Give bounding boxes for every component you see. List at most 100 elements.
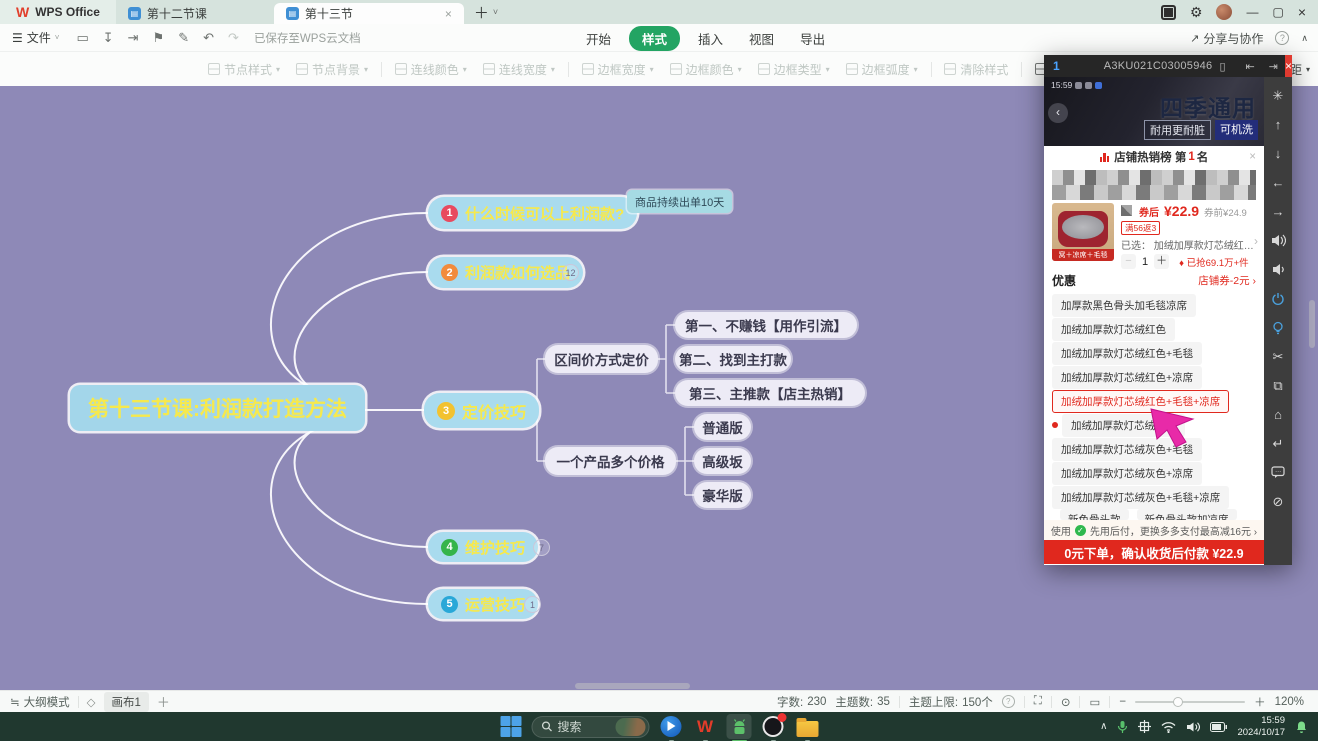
branch-5[interactable]: 5 运营技巧	[428, 589, 538, 619]
vertical-scrollbar[interactable]	[1309, 300, 1315, 348]
pricing-item-1[interactable]: 第一、不赚钱【用作引流】	[675, 312, 857, 338]
menu-view[interactable]: 视图	[741, 27, 782, 50]
sku-option[interactable]: 加绒加厚款灯芯绒灰色+凉席	[1052, 461, 1256, 485]
file-menu[interactable]: ☰ 文件 ˅	[0, 29, 69, 46]
battery-icon[interactable]	[1210, 722, 1227, 732]
buy-button[interactable]: 0元下单，确认收货后付款 ¥22.9	[1044, 540, 1264, 564]
close-button[interactable]: ×	[1298, 4, 1306, 20]
store-coupon-link[interactable]: 店铺券-2元 ›	[1198, 273, 1256, 288]
new-window-icon[interactable]: ▭	[69, 30, 95, 46]
edit-pen-icon[interactable]: ✎	[171, 30, 196, 46]
message-icon[interactable]: ⋯	[1264, 458, 1292, 487]
branch-3-group-1[interactable]: 区间价方式定价	[545, 345, 658, 373]
start-button[interactable]	[499, 715, 523, 739]
collapsed-count-badge[interactable]: 1	[524, 596, 541, 613]
menu-start[interactable]: 开始	[578, 27, 619, 50]
sku-option[interactable]: 加绒加厚款灯芯绒红色+凉席	[1052, 365, 1256, 389]
tool-border-color[interactable]: 边框颜色▾	[662, 61, 750, 78]
screen-off-icon[interactable]: ⊘	[1264, 487, 1292, 516]
power-icon[interactable]	[1264, 284, 1292, 313]
qty-plus-button[interactable]: ＋	[1154, 254, 1169, 269]
arrow-down-icon[interactable]: ↓	[1264, 139, 1292, 168]
tool-border-type[interactable]: 边框类型▾	[750, 61, 838, 78]
menu-style-active[interactable]: 样式	[629, 26, 680, 51]
speaker-icon[interactable]	[1186, 721, 1200, 733]
taskbar-app-explorer[interactable]	[795, 714, 820, 739]
multi-window-icon[interactable]: ⧉	[1264, 371, 1292, 400]
screenshot-scissors-icon[interactable]: ✂	[1264, 342, 1292, 371]
outline-mode-button[interactable]: 大纲模式	[24, 694, 70, 710]
sku-option[interactable]: 加绒加厚款灯芯绒灰色+毛毯+凉席	[1052, 485, 1256, 509]
more-arrow-icon[interactable]: ›	[1254, 234, 1258, 248]
zoom-slider-knob[interactable]	[1173, 697, 1183, 707]
tool-node-background[interactable]: 节点背景▾	[288, 61, 376, 78]
sku-option[interactable]: 加绒加厚款灯芯绒红色+毛毯	[1052, 341, 1256, 365]
tool-clear-style[interactable]: 清除样式	[936, 61, 1016, 78]
undo-icon[interactable]: ↶	[196, 30, 221, 46]
taskbar-search[interactable]: 搜索	[532, 716, 650, 738]
arrow-right-icon[interactable]: →	[1264, 197, 1292, 226]
branch-2[interactable]: 2 利润款如何选品	[428, 257, 583, 288]
arrow-up-icon[interactable]: ↑	[1264, 110, 1292, 139]
product-image[interactable]: 窝＋凉席＋毛毯	[1052, 203, 1114, 261]
zoom-out-button[interactable]: −	[1119, 696, 1126, 708]
minimize-button[interactable]: —	[1246, 5, 1258, 19]
maximize-button[interactable]: ▢	[1272, 5, 1283, 19]
info-icon[interactable]: ?	[1002, 695, 1015, 708]
tool-line-width[interactable]: 连线宽度▾	[475, 61, 563, 78]
tab-close-icon[interactable]: ×	[425, 7, 452, 21]
version-deluxe[interactable]: 豪华版	[694, 482, 751, 508]
volume-up-icon[interactable]	[1264, 226, 1292, 255]
taskbar-app-media[interactable]	[659, 714, 684, 739]
qty-minus-button[interactable]: −	[1121, 254, 1136, 269]
tool-line-color[interactable]: 连线颜色▾	[387, 61, 475, 78]
branch-3[interactable]: 3 定价技巧	[424, 393, 539, 428]
format-painter-icon[interactable]: ⚑	[146, 30, 172, 46]
help-icon[interactable]: ?	[1275, 31, 1289, 45]
branch-4[interactable]: 4 维护技巧	[428, 532, 538, 562]
horizontal-scrollbar[interactable]	[575, 683, 690, 689]
pay-later-hint[interactable]: 使用 ✓ 先用后付，更换多多支付最高减16元 ›	[1044, 520, 1264, 540]
tab-list-chevron-icon[interactable]: ˅	[493, 7, 498, 17]
tray-expand-icon[interactable]: ∧	[1100, 721, 1107, 732]
export-icon[interactable]: ⇥	[121, 30, 146, 46]
minimap-icon[interactable]: ▭	[1089, 695, 1100, 709]
locate-center-icon[interactable]: ⊙	[1061, 695, 1071, 709]
new-tab-button[interactable]: ＋	[474, 2, 489, 23]
collapsed-count-badge[interactable]: 7	[533, 539, 550, 556]
wps-home-tab[interactable]: W WPS Office	[0, 0, 116, 24]
arrow-left-icon[interactable]: ←	[1264, 168, 1292, 197]
add-canvas-button[interactable]: ＋	[157, 692, 170, 711]
branch-1-child[interactable]: 商品持续出单10天	[627, 190, 732, 213]
settings-gear-icon[interactable]: ⚙	[1190, 4, 1203, 21]
sku-option[interactable]: 加厚款黑色骨头加毛毯凉席	[1052, 293, 1256, 317]
canvas-tab[interactable]: 画布1	[104, 692, 149, 712]
doc-tab-1[interactable]: ▤ 第十二节课	[116, 3, 266, 24]
central-topic[interactable]: 第十三节课:利润款打造方法	[70, 385, 365, 431]
banner-close-icon[interactable]: ×	[1249, 151, 1256, 163]
find-replace-icon[interactable]: ⛶	[1034, 695, 1042, 708]
share-label[interactable]: 分享与协作	[1203, 30, 1263, 47]
back-return-icon[interactable]: ↵	[1264, 429, 1292, 458]
zoom-level[interactable]: 120%	[1275, 696, 1304, 708]
taskbar-clock[interactable]: 15:59 2024/10/17	[1237, 715, 1285, 739]
home-icon[interactable]: ⌂	[1264, 400, 1292, 429]
branch-3-group-2[interactable]: 一个产品多个价格	[545, 447, 676, 475]
menu-export[interactable]: 导出	[792, 27, 833, 50]
share-icon[interactable]: ↗	[1190, 32, 1199, 45]
flashlight-bulb-icon[interactable]	[1264, 313, 1292, 342]
menu-insert[interactable]: 插入	[690, 27, 731, 50]
microphone-icon[interactable]	[1117, 720, 1128, 734]
version-premium[interactable]: 高级坂	[694, 448, 751, 474]
product-video[interactable]: 15:59 ‹ 四季通用 耐用更耐脏 可机洗	[1044, 77, 1264, 146]
collapse-ribbon-icon[interactable]: ∧	[1301, 33, 1308, 44]
save-icon[interactable]: ↧	[96, 30, 121, 46]
collapsed-count-badge[interactable]: 12	[562, 264, 579, 281]
tool-border-width[interactable]: 边框宽度▾	[574, 61, 662, 78]
redo-icon[interactable]: ↷	[221, 30, 246, 46]
tool-node-style[interactable]: 节点样式▾	[200, 61, 288, 78]
taskbar-app-android-mirror[interactable]	[727, 714, 752, 739]
user-avatar[interactable]	[1216, 4, 1232, 20]
sku-row-clipped[interactable]: 新色骨头款 新色骨头款加凉席	[1052, 509, 1256, 520]
branch-1[interactable]: 1 什么时候可以上利润款?	[428, 197, 637, 229]
